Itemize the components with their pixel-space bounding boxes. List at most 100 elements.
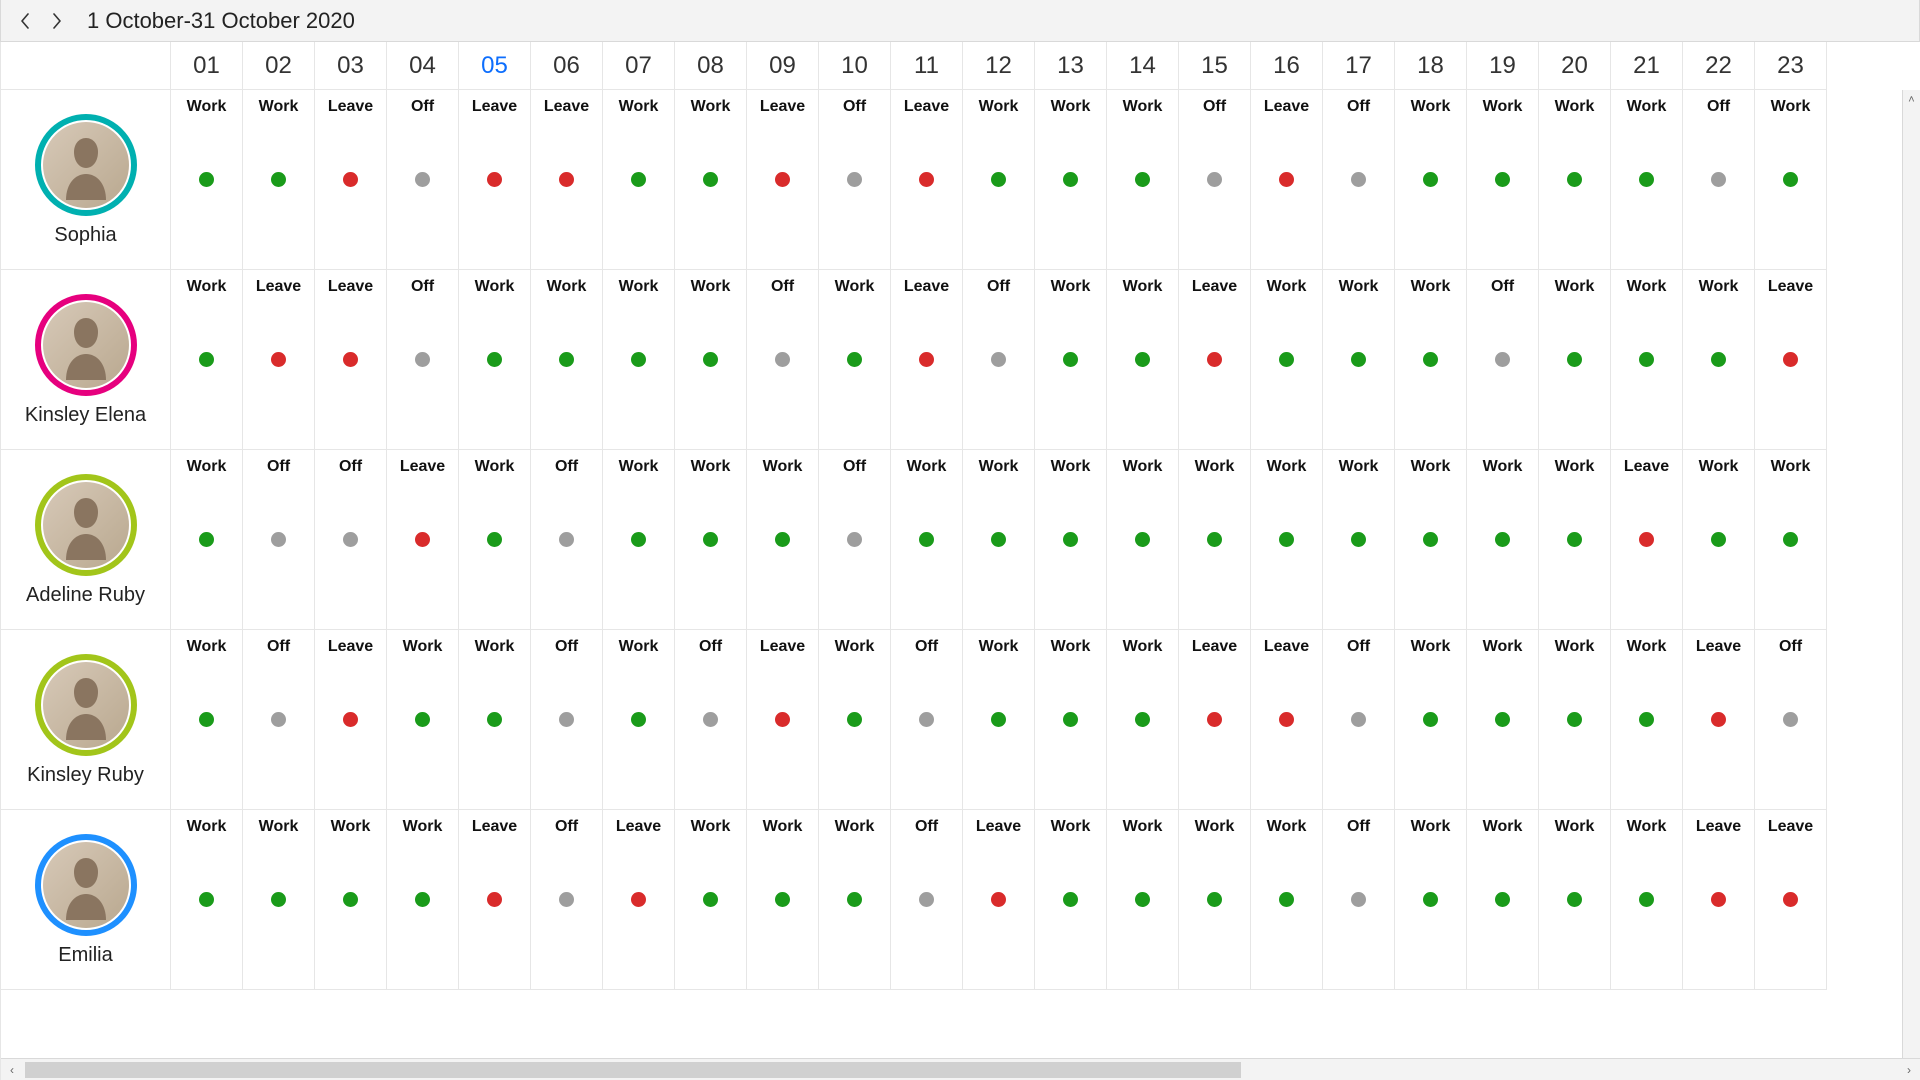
schedule-cell[interactable]: Work bbox=[1467, 630, 1539, 810]
schedule-cell[interactable]: Work bbox=[315, 810, 387, 990]
schedule-cell[interactable]: Work bbox=[603, 630, 675, 810]
schedule-cell[interactable]: Work bbox=[459, 450, 531, 630]
schedule-cell[interactable]: Work bbox=[603, 450, 675, 630]
schedule-cell[interactable]: Off bbox=[891, 630, 963, 810]
schedule-cell[interactable]: Leave bbox=[1755, 810, 1827, 990]
schedule-cell[interactable]: Work bbox=[1539, 90, 1611, 270]
schedule-cell[interactable]: Off bbox=[387, 90, 459, 270]
day-header[interactable]: 11 bbox=[891, 42, 963, 90]
schedule-cell[interactable]: Work bbox=[1539, 450, 1611, 630]
schedule-cell[interactable]: Work bbox=[1395, 270, 1467, 450]
schedule-cell[interactable]: Work bbox=[1467, 810, 1539, 990]
horizontal-scrollbar[interactable]: ‹ › bbox=[1, 1058, 1920, 1080]
schedule-cell[interactable]: Leave bbox=[315, 630, 387, 810]
schedule-cell[interactable]: Work bbox=[1395, 90, 1467, 270]
day-header[interactable]: 14 bbox=[1107, 42, 1179, 90]
employee-row-label[interactable]: Adeline Ruby bbox=[1, 450, 171, 630]
schedule-cell[interactable]: Work bbox=[171, 450, 243, 630]
schedule-cell[interactable]: Off bbox=[963, 270, 1035, 450]
day-header[interactable]: 12 bbox=[963, 42, 1035, 90]
schedule-cell[interactable]: Work bbox=[1179, 810, 1251, 990]
schedule-cell[interactable]: Leave bbox=[531, 90, 603, 270]
schedule-cell[interactable]: Leave bbox=[1251, 630, 1323, 810]
schedule-cell[interactable]: Work bbox=[1611, 90, 1683, 270]
schedule-cell[interactable]: Work bbox=[1107, 450, 1179, 630]
schedule-cell[interactable]: Off bbox=[1755, 630, 1827, 810]
scroll-up-icon[interactable]: ˄ bbox=[1903, 90, 1920, 110]
schedule-cell[interactable]: Leave bbox=[387, 450, 459, 630]
schedule-cell[interactable]: Work bbox=[675, 90, 747, 270]
day-header[interactable]: 20 bbox=[1539, 42, 1611, 90]
schedule-cell[interactable]: Leave bbox=[1611, 450, 1683, 630]
schedule-cell[interactable]: Work bbox=[1035, 90, 1107, 270]
day-header[interactable]: 16 bbox=[1251, 42, 1323, 90]
schedule-cell[interactable]: Leave bbox=[963, 810, 1035, 990]
schedule-cell[interactable]: Work bbox=[1035, 270, 1107, 450]
prev-button[interactable] bbox=[11, 7, 39, 35]
schedule-cell[interactable]: Work bbox=[387, 810, 459, 990]
schedule-cell[interactable]: Leave bbox=[1251, 90, 1323, 270]
schedule-cell[interactable]: Work bbox=[171, 630, 243, 810]
employee-row-label[interactable]: Emilia bbox=[1, 810, 171, 990]
day-header[interactable]: 10 bbox=[819, 42, 891, 90]
horizontal-scrollbar-track[interactable] bbox=[25, 1062, 1896, 1078]
schedule-cell[interactable]: Work bbox=[531, 270, 603, 450]
schedule-cell[interactable]: Work bbox=[243, 810, 315, 990]
schedule-cell[interactable]: Work bbox=[1467, 450, 1539, 630]
schedule-cell[interactable]: Work bbox=[963, 630, 1035, 810]
schedule-cell[interactable]: Work bbox=[1539, 810, 1611, 990]
schedule-cell[interactable]: Work bbox=[1251, 270, 1323, 450]
schedule-cell[interactable]: Work bbox=[1323, 450, 1395, 630]
day-header[interactable]: 19 bbox=[1467, 42, 1539, 90]
schedule-cell[interactable]: Work bbox=[1395, 810, 1467, 990]
schedule-cell[interactable]: Work bbox=[747, 810, 819, 990]
horizontal-scrollbar-thumb[interactable] bbox=[25, 1062, 1241, 1078]
employee-row-label[interactable]: Sophia bbox=[1, 90, 171, 270]
schedule-cell[interactable]: Work bbox=[1683, 270, 1755, 450]
schedule-cell[interactable]: Work bbox=[1683, 450, 1755, 630]
schedule-cell[interactable]: Off bbox=[675, 630, 747, 810]
day-header[interactable]: 17 bbox=[1323, 42, 1395, 90]
schedule-cell[interactable]: Work bbox=[1539, 270, 1611, 450]
schedule-cell[interactable]: Off bbox=[531, 450, 603, 630]
schedule-cell[interactable]: Work bbox=[459, 630, 531, 810]
schedule-cell[interactable]: Leave bbox=[1755, 270, 1827, 450]
schedule-cell[interactable]: Off bbox=[819, 90, 891, 270]
schedule-cell[interactable]: Leave bbox=[243, 270, 315, 450]
scroll-right-icon[interactable]: › bbox=[1898, 1059, 1920, 1080]
employee-row-label[interactable]: Kinsley Elena bbox=[1, 270, 171, 450]
schedule-cell[interactable]: Work bbox=[1107, 630, 1179, 810]
schedule-cell[interactable]: Leave bbox=[891, 270, 963, 450]
day-header[interactable]: 15 bbox=[1179, 42, 1251, 90]
schedule-cell[interactable]: Leave bbox=[747, 90, 819, 270]
day-header[interactable]: 18 bbox=[1395, 42, 1467, 90]
schedule-cell[interactable]: Off bbox=[891, 810, 963, 990]
schedule-cell[interactable]: Off bbox=[1467, 270, 1539, 450]
schedule-cell[interactable]: Work bbox=[603, 90, 675, 270]
day-header[interactable]: 03 bbox=[315, 42, 387, 90]
schedule-cell[interactable]: Work bbox=[603, 270, 675, 450]
schedule-cell[interactable]: Off bbox=[387, 270, 459, 450]
day-header[interactable]: 21 bbox=[1611, 42, 1683, 90]
schedule-cell[interactable]: Off bbox=[1323, 90, 1395, 270]
schedule-cell[interactable]: Work bbox=[1251, 810, 1323, 990]
schedule-cell[interactable]: Work bbox=[1467, 90, 1539, 270]
schedule-cell[interactable]: Work bbox=[963, 90, 1035, 270]
schedule-cell[interactable]: Work bbox=[1611, 810, 1683, 990]
schedule-cell[interactable]: Work bbox=[1107, 810, 1179, 990]
day-header[interactable]: 08 bbox=[675, 42, 747, 90]
schedule-cell[interactable]: Leave bbox=[315, 270, 387, 450]
schedule-cell[interactable]: Off bbox=[243, 450, 315, 630]
schedule-cell[interactable]: Off bbox=[1179, 90, 1251, 270]
schedule-cell[interactable]: Work bbox=[1107, 90, 1179, 270]
schedule-cell[interactable]: Off bbox=[819, 450, 891, 630]
employee-row-label[interactable]: Kinsley Ruby bbox=[1, 630, 171, 810]
day-header[interactable]: 04 bbox=[387, 42, 459, 90]
schedule-cell[interactable]: Work bbox=[891, 450, 963, 630]
day-header[interactable]: 07 bbox=[603, 42, 675, 90]
schedule-cell[interactable]: Work bbox=[1323, 270, 1395, 450]
schedule-cell[interactable]: Leave bbox=[315, 90, 387, 270]
schedule-cell[interactable]: Work bbox=[1395, 630, 1467, 810]
schedule-cell[interactable]: Leave bbox=[747, 630, 819, 810]
schedule-cell[interactable]: Work bbox=[675, 270, 747, 450]
